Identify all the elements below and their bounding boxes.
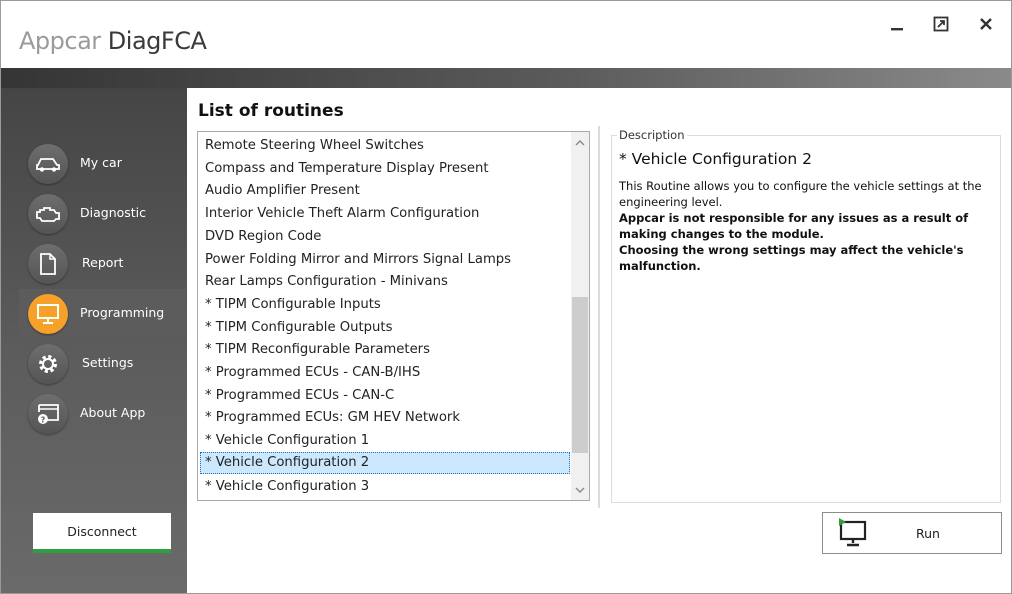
disconnect-button[interactable]: Disconnect <box>33 513 171 553</box>
sidebar-item-diagnostic[interactable]: Diagnostic <box>19 189 186 237</box>
panel-divider <box>598 126 600 508</box>
list-item-selected[interactable]: * Vehicle Configuration 2 <box>200 451 570 474</box>
sidebar-item-my-car[interactable]: My car <box>19 139 186 187</box>
scroll-thumb[interactable] <box>572 297 588 453</box>
svg-text:?: ? <box>41 416 46 425</box>
sidebar-item-settings[interactable]: Settings <box>19 339 186 387</box>
scroll-down-button[interactable] <box>571 482 589 498</box>
list-item[interactable]: DVD Region Code <box>200 226 570 248</box>
sidebar-item-label: About App <box>80 405 146 420</box>
list-item[interactable]: * TIPM Reconfigurable Parameters <box>200 339 570 361</box>
list-item[interactable]: * Vehicle Configuration 3 <box>200 476 570 498</box>
close-button[interactable] <box>971 11 1001 37</box>
list-item[interactable]: Interior Vehicle Theft Alarm Configurati… <box>200 203 570 225</box>
gear-icon <box>28 344 68 384</box>
title-bar: Appcar DiagFCA <box>1 1 1011 68</box>
list-scrollbar[interactable] <box>571 132 589 500</box>
sidebar-item-label: Settings <box>82 355 134 370</box>
app-title-dark: DiagFCA <box>107 27 207 55</box>
list-item[interactable]: * TIPM Configurable Outputs <box>200 317 570 339</box>
sidebar-item-about-app[interactable]: ? About App <box>19 389 186 437</box>
engine-icon <box>28 194 68 234</box>
description-text: This Routine allows you to configure the… <box>619 179 982 209</box>
sidebar-item-label: Programming <box>80 305 165 320</box>
minimize-button[interactable] <box>882 11 912 37</box>
scroll-up-button[interactable] <box>571 134 589 150</box>
sidebar-item-label: Report <box>82 255 124 270</box>
run-button[interactable]: Run <box>822 512 1002 554</box>
sidebar: My car Diagnostic Report Programming Set <box>1 88 187 593</box>
main-panel: List of routines Remote Steering Wheel S… <box>187 88 1011 593</box>
chevron-up-icon <box>575 139 585 145</box>
maximize-button[interactable] <box>926 11 956 37</box>
list-item[interactable]: Rear Lamps Configuration - Minivans <box>200 271 570 293</box>
app-title: Appcar DiagFCA <box>19 27 207 55</box>
page-title: List of routines <box>198 101 344 121</box>
list-item[interactable]: * TIPM Configurable Inputs <box>200 294 570 316</box>
list-item[interactable]: * Programmed ECUs - CAN-B/IHS <box>200 362 570 384</box>
document-icon <box>28 244 68 284</box>
list-item[interactable]: Compass and Temperature Display Present <box>200 158 570 180</box>
run-label: Run <box>916 526 940 541</box>
description-warning: Choosing the wrong settings may affect t… <box>619 243 964 273</box>
sidebar-item-label: My car <box>80 155 122 170</box>
list-item[interactable]: Audio Amplifier Present <box>200 180 570 202</box>
chevron-down-icon <box>575 487 585 493</box>
description-body: This Routine allows you to configure the… <box>619 178 989 274</box>
monitor-icon <box>28 294 68 334</box>
list-item[interactable]: Power Folding Mirror and Mirrors Signal … <box>200 249 570 271</box>
close-icon <box>980 18 992 30</box>
info-window-icon: ? <box>28 394 68 434</box>
header-band <box>1 68 1011 88</box>
description-title: * Vehicle Configuration 2 <box>619 150 812 168</box>
sidebar-item-report[interactable]: Report <box>19 239 186 287</box>
list-item[interactable]: * Programmed ECUs: GM HEV Network <box>200 407 570 429</box>
list-item[interactable]: * Vehicle Configuration 1 <box>200 430 570 452</box>
app-window: Appcar DiagFCA My car Diagnostic Report … <box>0 0 1012 594</box>
minimize-icon <box>891 28 903 31</box>
car-icon <box>28 144 68 184</box>
list-item[interactable]: * Programmed ECUs - CAN-C <box>200 385 570 407</box>
maximize-icon <box>933 16 949 32</box>
list-item[interactable]: Remote Steering Wheel Switches <box>200 135 570 157</box>
app-title-light: Appcar <box>19 27 108 55</box>
sidebar-item-programming[interactable]: Programming <box>19 289 186 337</box>
sidebar-item-label: Diagnostic <box>80 205 147 220</box>
description-legend: Description <box>617 128 687 142</box>
routines-list[interactable]: Remote Steering Wheel Switches Compass a… <box>197 131 590 501</box>
description-warning: Appcar is not responsible for any issues… <box>619 211 969 241</box>
